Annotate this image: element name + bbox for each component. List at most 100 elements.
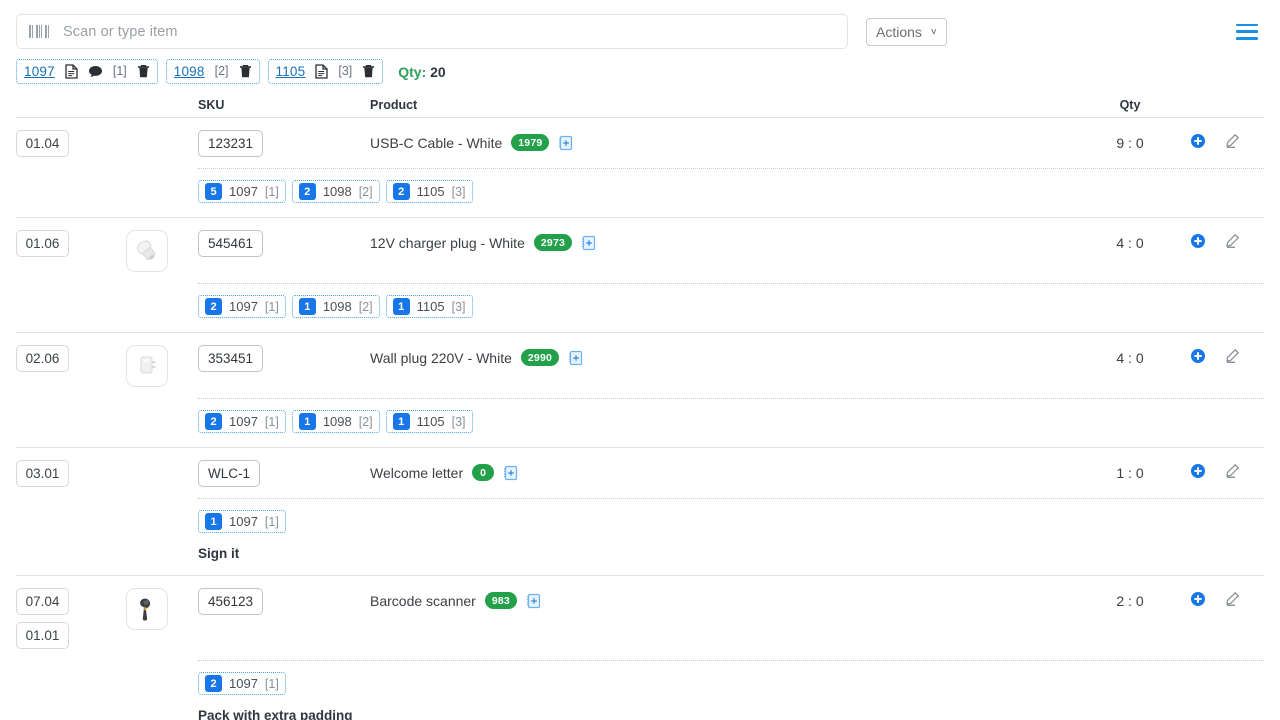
sku-box[interactable]: 456123 [198,588,264,615]
order-index: [1] [112,64,127,78]
add-circle-icon[interactable] [1190,463,1206,479]
allocation-list: 1 1097 [1] [198,510,1264,533]
allocation-chip[interactable]: 5 1097 [1] [198,180,286,203]
location-box[interactable]: 01.01 [16,622,69,649]
trash-icon[interactable] [362,64,375,79]
stock-badge: 983 [484,592,517,609]
edit-pencil-icon[interactable] [1224,133,1240,149]
stock-badge: 2990 [520,349,560,366]
allocation-order: 1098 [322,299,352,314]
location-list: 01.06 [16,230,126,257]
comment-icon[interactable] [88,65,103,78]
allocation-count: 2 [392,183,410,200]
product-thumbnail [126,345,168,387]
order-link[interactable]: 1098 [174,64,205,79]
total-qty-label: Qty: [398,63,427,80]
header-product: Product [370,98,418,112]
allocation-chip[interactable]: 1 1098 [2] [291,410,380,433]
item-note: Sign it [198,546,240,561]
allocation-order: 1097 [229,299,258,314]
allocation-chip[interactable]: 1 1105 [3] [385,410,473,433]
allocation-section: 5 1097 [1] 2 1098 [2] 2 1105 [3] [198,168,1264,203]
order-link[interactable]: 1105 [276,64,306,79]
total-qty-value: 20 [430,63,446,80]
add-note-icon[interactable] [581,235,596,251]
hamburger-menu-icon[interactable] [1236,23,1258,40]
order-chip[interactable]: 1098 [2] [165,59,260,84]
order-chip[interactable]: 1105 [3] [267,59,384,84]
sku-box[interactable]: 353451 [198,345,264,372]
allocation-chip[interactable]: 1 1098 [2] [291,295,380,318]
document-icon[interactable] [315,63,328,79]
scan-input-wrapper[interactable]: Scan or type item [16,14,848,49]
allocation-count: 2 [205,413,222,430]
allocation-count: 1 [392,298,410,315]
add-circle-icon[interactable] [1190,591,1206,607]
document-icon[interactable] [65,63,78,79]
add-circle-icon[interactable] [1190,133,1206,149]
allocation-index: [3] [451,184,466,199]
edit-pencil-icon[interactable] [1224,463,1240,479]
allocation-section: 2 1097 [1] Pack with extra padding [198,660,1264,720]
trash-icon[interactable] [137,64,150,79]
allocation-index: [2] [358,414,373,429]
order-link[interactable]: 1097 [24,64,55,79]
location-list: 03.01 [16,460,126,487]
order-index: [2] [214,64,229,78]
product-name: USB-C Cable - White [370,134,503,151]
allocation-chip[interactable]: 2 1098 [2] [291,180,380,203]
table-row: 01.04 123231 USB-C Cable - White 1979 9 … [16,118,1264,218]
packing-station-page: Scan or type item Actions ˅ 1097 [1] 109 [0,0,1280,720]
qty-value: 4 : 0 [1116,350,1144,366]
allocation-index: [3] [451,414,466,429]
sku-box[interactable]: 545461 [198,230,264,257]
table-row: 01.06 545461 12V charger plug - White 29… [16,218,1264,333]
table-row: 02.06 353451 Wall plug 220V - White 2990… [16,333,1264,448]
allocation-order: 1098 [322,184,352,199]
add-note-icon[interactable] [526,593,541,609]
trash-icon[interactable] [239,64,252,79]
sku-box[interactable]: 123231 [198,130,264,157]
sku-box[interactable]: WLC-1 [198,460,261,487]
allocation-order: 1105 [416,299,445,314]
allocation-order: 1097 [229,184,258,199]
order-chip-list: 1097 [1] 1098 [2] 1105 [3] Qty: 20 [0,49,1280,84]
top-bar: Scan or type item Actions ˅ [0,0,1280,49]
allocation-count: 2 [205,298,222,315]
edit-pencil-icon[interactable] [1224,233,1240,249]
allocation-chip[interactable]: 1 1105 [3] [385,295,473,318]
add-note-icon[interactable] [558,135,573,151]
edit-pencil-icon[interactable] [1224,348,1240,364]
allocation-chip[interactable]: 2 1105 [3] [385,180,473,203]
order-chip[interactable]: 1097 [1] [16,59,158,84]
allocation-list: 5 1097 [1] 2 1098 [2] 2 1105 [3] [198,180,1264,203]
add-circle-icon[interactable] [1190,233,1206,249]
add-circle-icon[interactable] [1190,348,1206,364]
scan-input[interactable]: Scan or type item [63,24,178,40]
allocation-index: [1] [264,414,279,429]
stock-badge: 0 [472,464,495,481]
location-box[interactable]: 01.06 [16,230,69,257]
location-box[interactable]: 07.04 [16,588,69,615]
allocation-count: 1 [392,413,410,430]
allocation-count: 1 [298,298,316,315]
allocation-chip[interactable]: 2 1097 [1] [198,295,286,318]
location-box[interactable]: 01.04 [16,130,69,157]
add-note-icon[interactable] [503,465,518,481]
total-qty: Qty: 20 [398,64,445,80]
qty-value: 4 : 0 [1116,235,1144,251]
location-box[interactable]: 03.01 [16,460,69,487]
order-index: [3] [338,64,353,78]
allocation-index: [2] [358,184,373,199]
add-note-icon[interactable] [568,350,583,366]
chevron-down-icon: ˅ [930,26,937,38]
allocation-chip[interactable]: 1 1097 [1] [198,510,286,533]
allocation-chip[interactable]: 2 1097 [1] [198,410,286,433]
edit-pencil-icon[interactable] [1224,591,1240,607]
location-box[interactable]: 02.06 [16,345,69,372]
allocation-index: [1] [264,184,279,199]
allocation-chip[interactable]: 2 1097 [1] [198,672,286,695]
qty-value: 9 : 0 [1116,135,1144,151]
actions-button-label: Actions [876,23,922,40]
actions-button[interactable]: Actions ˅ [866,17,947,46]
